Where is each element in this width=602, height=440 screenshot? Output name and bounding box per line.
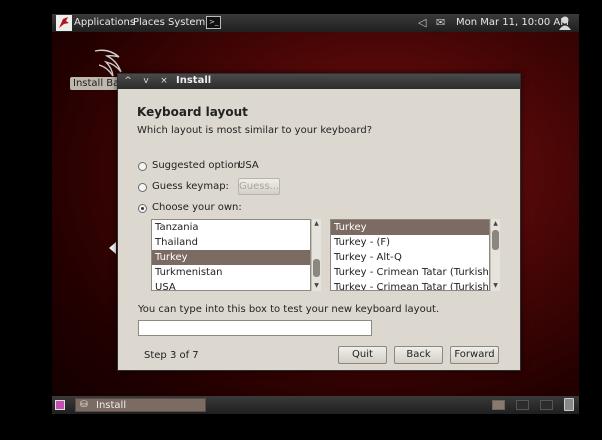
user-icon[interactable] — [557, 15, 573, 31]
suggested-option-value: USA — [238, 160, 259, 171]
country-item[interactable]: Thailand — [152, 235, 310, 250]
page-heading: Keyboard layout — [137, 105, 248, 119]
menu-applications[interactable]: Applications — [74, 17, 135, 28]
layout-item-selected[interactable]: Turkey — [331, 220, 489, 235]
guess-keymap-label: Guess keymap: — [152, 181, 229, 192]
radio-choose-own[interactable] — [138, 204, 147, 213]
radio-suggested-option[interactable] — [138, 162, 147, 171]
taskbar-item-label: Install — [96, 400, 127, 411]
arrow-left-icon — [109, 242, 116, 254]
window-close-icon[interactable]: × — [158, 75, 170, 87]
installer-icon: ⛁ — [80, 400, 88, 410]
layout-item[interactable]: Turkey - Crimean Tatar (Turkish Alt-Q) — [331, 265, 489, 280]
scrollbar-thumb[interactable] — [492, 230, 499, 250]
top-panel: Applications Places System >_ ◁ ✉ Mon Ma… — [52, 14, 579, 32]
terminal-launcher-icon[interactable]: >_ — [206, 16, 221, 29]
menu-places[interactable]: Places — [133, 17, 165, 28]
window-minimize-icon[interactable]: v — [140, 75, 152, 87]
suggested-option-label: Suggested option: — [152, 160, 244, 171]
question-text: Which layout is most similar to your key… — [137, 125, 373, 136]
workspace-2[interactable] — [516, 400, 529, 410]
country-item-selected[interactable]: Turkey — [152, 250, 310, 265]
bottom-panel: ⛁ Install — [52, 396, 579, 414]
layout-list[interactable]: Turkey Turkey - (F) Turkey - Alt-Q Turke… — [330, 219, 490, 291]
layout-item[interactable]: Turkey - (F) — [331, 235, 489, 250]
volume-icon[interactable]: ◁ — [418, 16, 426, 29]
scroll-up-icon[interactable]: ▲ — [312, 220, 321, 228]
menu-system[interactable]: System — [168, 17, 205, 28]
trash-icon[interactable] — [564, 398, 574, 411]
workspace-3[interactable] — [540, 400, 553, 410]
radio-guess-keymap[interactable] — [138, 183, 147, 192]
country-item[interactable]: Tanzania — [152, 220, 310, 235]
step-indicator: Step 3 of 7 — [144, 350, 199, 361]
layout-item[interactable]: Turkey - Crimean Tatar (Turkish F) — [331, 280, 489, 290]
scroll-down-icon[interactable]: ▼ — [312, 282, 321, 290]
layout-item[interactable]: Turkey - Alt-Q — [331, 250, 489, 265]
guess-button[interactable]: Guess... — [238, 178, 280, 195]
scroll-down-icon[interactable]: ▼ — [491, 282, 500, 290]
country-item[interactable]: USA — [152, 280, 310, 290]
keyboard-test-input[interactable] — [138, 320, 372, 336]
scroll-up-icon[interactable]: ▲ — [491, 220, 500, 228]
forward-button[interactable]: Forward — [450, 346, 499, 364]
scrollbar-thumb[interactable] — [313, 259, 320, 277]
window-titlebar[interactable]: ^ v × Install — [118, 74, 520, 89]
dragon-logo-icon[interactable] — [56, 15, 72, 31]
show-desktop-icon[interactable] — [55, 400, 65, 410]
window-title: Install — [176, 75, 212, 86]
test-prompt: You can type into this box to test your … — [138, 304, 440, 315]
mail-icon[interactable]: ✉ — [436, 16, 445, 29]
country-list[interactable]: Tanzania Thailand Turkey Turkmenistan US… — [151, 219, 311, 291]
layout-list-scrollbar[interactable]: ▲ ▼ — [490, 219, 500, 291]
panel-clock[interactable]: Mon Mar 11, 10:00 AM — [456, 17, 569, 28]
desktop-screen: Applications Places System >_ ◁ ✉ Mon Ma… — [52, 14, 579, 414]
choose-own-label: Choose your own: — [152, 202, 242, 213]
country-item[interactable]: Turkmenistan — [152, 265, 310, 280]
taskbar-item-install[interactable]: ⛁ Install — [75, 398, 206, 412]
window-shade-icon[interactable]: ^ — [122, 75, 134, 87]
install-window: ^ v × Install Keyboard layout Which layo… — [117, 73, 521, 371]
country-list-scrollbar[interactable]: ▲ ▼ — [311, 219, 321, 291]
quit-button[interactable]: Quit — [338, 346, 387, 364]
workspace-1[interactable] — [492, 400, 505, 410]
back-button[interactable]: Back — [394, 346, 443, 364]
